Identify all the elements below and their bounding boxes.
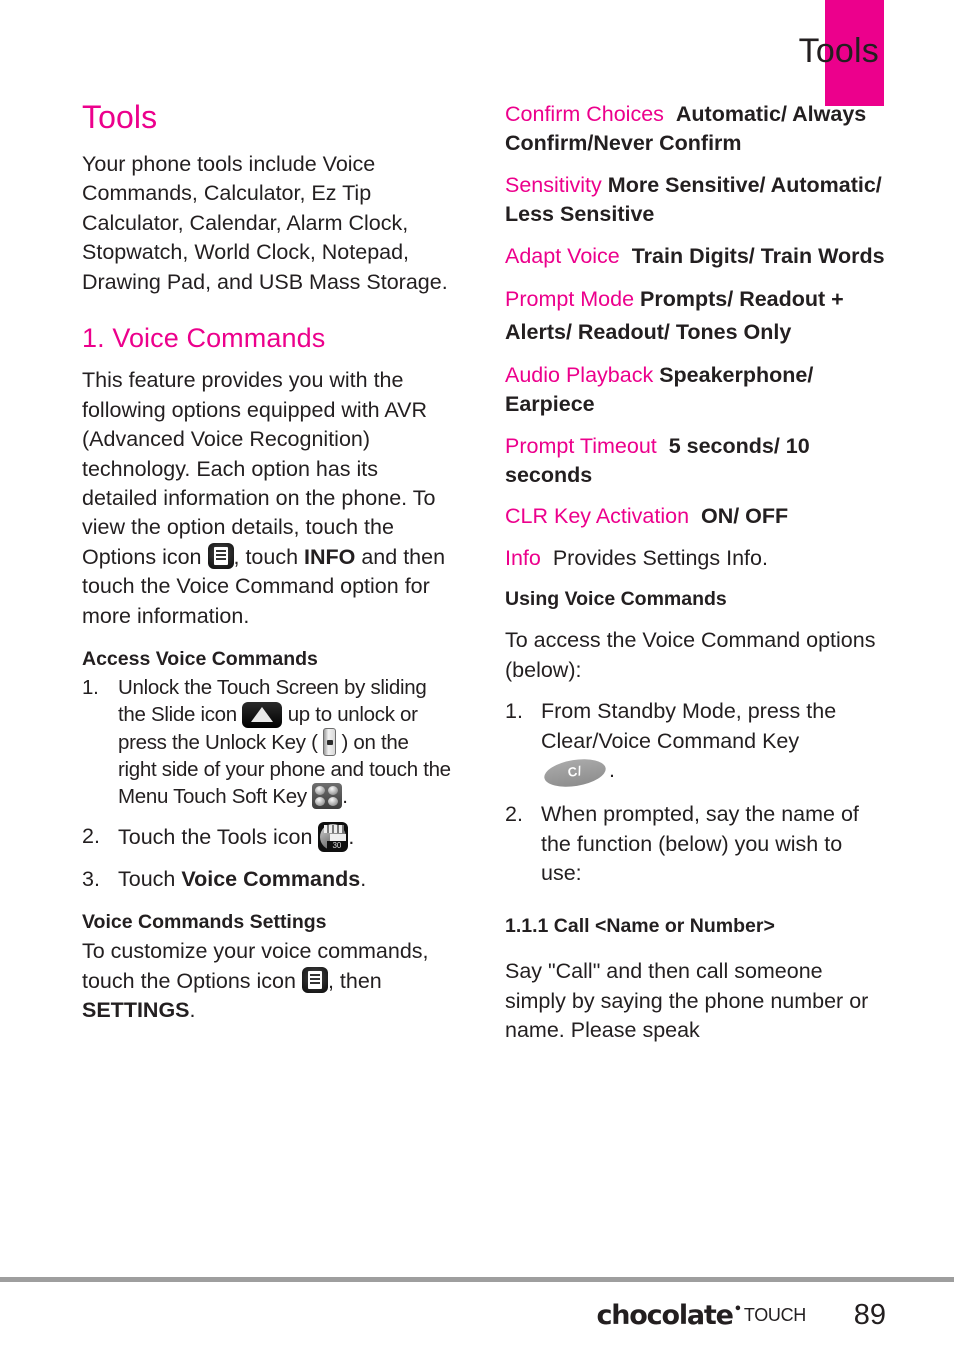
step-number: 3. (82, 866, 100, 891)
options-list-icon (207, 542, 234, 569)
access-steps-list: 1. Unlock the Touch Screen by sliding the… (82, 674, 452, 894)
footer-divider (0, 1277, 954, 1282)
feature-paragraph: This feature provides you with the follo… (82, 366, 452, 631)
info-label: INFO (304, 544, 356, 569)
step-text-a: Touch (118, 866, 182, 891)
feature-paragraph-part2: , touch (233, 544, 305, 569)
step-number: 2. (82, 824, 100, 849)
section-heading-voice-commands: 1. Voice Commands (82, 323, 326, 354)
using-steps-list: 1. From Standby Mode, press the Clear/Voi… (505, 697, 887, 888)
list-item: 3. Touch Voice Commands. (82, 865, 452, 894)
subsection-heading-call: 1.1.1 Call <Name or Number> (505, 915, 775, 938)
page-body: Tools Your phone tools include Voice Com… (0, 99, 954, 1260)
setting-term: Confirm Choices (505, 102, 664, 126)
clr-key-label: C/ (566, 763, 583, 781)
list-item: 2. Touch the Tools icon 30. (82, 822, 452, 853)
intro-paragraph: Your phone tools include Voice Commands,… (82, 151, 448, 294)
step-text-bold: Voice Commands (181, 866, 361, 891)
feature-paragraph-part1: This feature provides you with the follo… (82, 368, 436, 569)
setting-row: Prompt Mode Prompts/ Readout + Alerts/ R… (505, 283, 887, 348)
list-item: 1. Unlock the Touch Screen by sliding the… (82, 674, 452, 810)
step-text-a: Touch the Tools icon (118, 825, 313, 850)
brand-name: chocolate (596, 1299, 733, 1331)
setting-term: Adapt Voice (505, 243, 620, 268)
setting-term: Audio Playback (505, 362, 654, 387)
slide-unlock-icon (242, 702, 283, 729)
setting-term: Sensitivity (505, 172, 602, 197)
setting-term: Info (505, 545, 541, 570)
setting-value: Provides Settings Info. (552, 545, 768, 570)
page-title: Tools (82, 99, 158, 135)
voice-commands-settings-heading: Voice Commands Settings (82, 911, 327, 934)
settings-label: SETTINGS (82, 998, 190, 1023)
brand-trademark-mark: • (733, 1301, 742, 1317)
setting-row: Info Provides Settings Info. (505, 544, 887, 573)
setting-row: CLR Key Activation ON/ OFF (505, 502, 887, 531)
setting-row: Sensitivity More Sensitive/ Automatic/ L… (505, 171, 887, 230)
using-voice-commands-heading: Using Voice Commands (505, 588, 727, 611)
setting-row: Audio Playback Speakerphone/ Earpiece (505, 361, 887, 420)
step-text-a: When prompted, say the name of the funct… (541, 802, 859, 885)
step-number: 1. (82, 676, 99, 700)
page-number: 89 (853, 1298, 886, 1331)
brand-logo: chocolate• (596, 1299, 742, 1331)
left-column: Tools Your phone tools include Voice Com… (82, 99, 452, 1038)
setting-row: Confirm Choices Automatic/ Always Confir… (505, 100, 887, 159)
setting-term: CLR Key Activation (505, 504, 690, 529)
step-text-a: From Standby Mode, press the Clear/Voice… (541, 699, 837, 753)
running-head-title: Tools (798, 32, 879, 70)
list-item: 2. When prompted, say the name of the fun… (505, 800, 887, 888)
step-text-d: . (360, 866, 367, 891)
step-text-d: . (609, 758, 615, 783)
subsection-paragraph: Say "Call" and then call someone simply … (505, 959, 869, 1043)
access-voice-commands-heading: Access Voice Commands (82, 648, 318, 671)
using-voice-commands-paragraph: To access the Voice Command options (bel… (505, 628, 876, 682)
right-column: Confirm Choices Automatic/ Always Confir… (505, 100, 887, 1058)
setting-row: Prompt Timeout 5 seconds/ 10 seconds (505, 432, 887, 491)
menu-touch-soft-key-icon (312, 783, 343, 810)
step-text-d: . (348, 825, 355, 850)
setting-value: Train Digits/ Train Words (631, 243, 885, 268)
setting-term: Prompt Timeout (505, 433, 657, 458)
setting-value: ON/ OFF (700, 504, 789, 529)
list-item: 1. From Standby Mode, press the Clear/Voi… (505, 697, 887, 791)
tools-app-icon: 30 (318, 822, 349, 853)
brand-sublabel: TOUCH (743, 1304, 806, 1325)
unlock-hardware-key-icon (323, 728, 337, 757)
step-number: 2. (505, 802, 523, 827)
settings-paragraph: To customize your voice commands, touch … (82, 937, 452, 1025)
step-text-d: . (342, 785, 348, 809)
options-list-icon (301, 966, 328, 993)
settings-paragraph-part2: , then (327, 968, 382, 993)
clear-voice-command-key-icon: C/ (542, 755, 608, 791)
setting-term: Prompt Mode (505, 287, 635, 312)
setting-row: Adapt Voice Train Digits/ Train Words (505, 242, 887, 271)
step-number: 1. (505, 699, 523, 724)
page-footer: chocolate• TOUCH 89 (0, 1290, 954, 1340)
settings-paragraph-part3: . (189, 998, 196, 1023)
